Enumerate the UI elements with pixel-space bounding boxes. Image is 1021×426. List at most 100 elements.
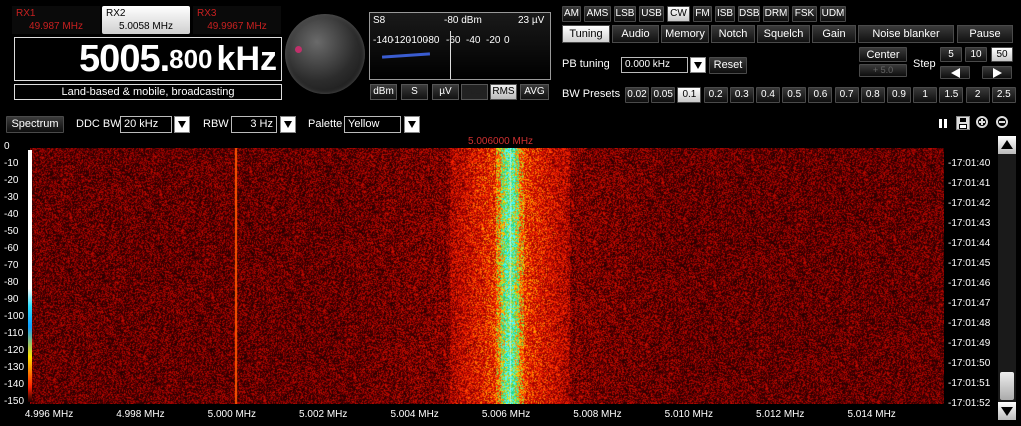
- tab-gain[interactable]: Gain: [812, 25, 856, 43]
- pb-tuning-dropdown-icon[interactable]: [690, 57, 706, 73]
- meter-needle: [450, 31, 451, 79]
- mode-cw-button[interactable]: CW: [667, 6, 690, 22]
- bw-preset-button[interactable]: 2.5: [991, 87, 1016, 103]
- bw-preset-button[interactable]: 0.05: [651, 87, 676, 103]
- db-tick-label: -40: [4, 209, 19, 220]
- zoom-in-icon[interactable]: [976, 116, 988, 128]
- meter-dbm-label: -80 dBm: [444, 15, 482, 26]
- scroll-down-button[interactable]: [998, 402, 1016, 420]
- step-10-button[interactable]: 10: [965, 47, 987, 62]
- frequency-tick-label: 5.008 MHz: [573, 409, 622, 420]
- db-tick-label: -20: [4, 175, 19, 186]
- waterfall-display[interactable]: [30, 148, 944, 404]
- meter-uv-button[interactable]: µV: [432, 84, 459, 100]
- palette-select[interactable]: Yellow: [344, 116, 401, 133]
- bw-preset-button[interactable]: 0.1: [677, 87, 702, 103]
- bw-preset-button[interactable]: 0.8: [860, 87, 885, 103]
- mode-fm-button[interactable]: FM: [693, 6, 712, 22]
- ddc-bw-select[interactable]: 20 kHz: [120, 116, 172, 133]
- center-button[interactable]: Center: [859, 47, 907, 62]
- time-tick-label: -17:01:51: [948, 378, 991, 389]
- bw-preset-button[interactable]: 2: [965, 87, 990, 103]
- frequency-main: 5005.: [79, 37, 170, 80]
- ddc-bw-dropdown-icon[interactable]: [174, 116, 190, 133]
- frequency-display[interactable]: 5005. 800 kHz: [14, 37, 282, 81]
- spectrum-toolbar: Spectrum DDC BW 20 kHz RBW 3 Hz Palette …: [0, 112, 1021, 136]
- rx1-freq: 49.987 MHz: [29, 21, 83, 32]
- db-tick-label: -120: [4, 345, 25, 356]
- bw-preset-button[interactable]: 0.9: [887, 87, 911, 103]
- receiver-control-panel: RX1 49.987 MHz RX2 5.0058 MHz RX3 49.996…: [0, 0, 1021, 108]
- bw-preset-button[interactable]: 0.4: [756, 87, 780, 103]
- bw-preset-button[interactable]: 0.2: [703, 87, 728, 103]
- bw-preset-button[interactable]: 0.3: [729, 87, 754, 103]
- meter-level-bar: [381, 52, 431, 59]
- mode-fsk-button[interactable]: FSK: [792, 6, 817, 22]
- rx1-tab[interactable]: RX1 49.987 MHz: [12, 6, 100, 34]
- tab-pause[interactable]: Pause: [957, 25, 1013, 43]
- rx3-name: RX3: [197, 8, 217, 19]
- meter-rms-button[interactable]: RMS: [490, 84, 517, 100]
- rbw-label: RBW: [203, 118, 229, 130]
- rx2-tab[interactable]: RX2 5.0058 MHz: [102, 6, 190, 34]
- rbw-dropdown-icon[interactable]: [280, 116, 296, 133]
- time-tick-label: -17:01:43: [948, 218, 991, 229]
- meter-peak-button[interactable]: Peak: [461, 84, 488, 100]
- mode-am-button[interactable]: AM: [562, 6, 581, 22]
- mode-drm-button[interactable]: DRM: [763, 6, 789, 22]
- mode-usb-button[interactable]: USB: [639, 6, 664, 22]
- mode-udm-button[interactable]: UDM: [820, 6, 846, 22]
- mode-isb-button[interactable]: ISB: [715, 6, 735, 22]
- ddc-bw-label: DDC BW: [76, 118, 121, 130]
- frequency-tick-label: 5.006 MHz: [481, 409, 531, 420]
- tuning-knob[interactable]: [285, 14, 365, 94]
- tab-memory[interactable]: Memory: [661, 25, 709, 43]
- tab-notch[interactable]: Notch: [711, 25, 755, 43]
- pb-tuning-input[interactable]: 0.000 kHz: [621, 57, 688, 73]
- step-50-button[interactable]: 50: [991, 47, 1013, 62]
- tab-noise-blanker[interactable]: Noise blanker: [858, 25, 954, 43]
- mode-lsb-button[interactable]: LSB: [614, 6, 636, 22]
- rbw-select[interactable]: 3 Hz: [231, 116, 277, 133]
- mode-ams-button[interactable]: AMS: [584, 6, 611, 22]
- step-right-button[interactable]: [982, 66, 1012, 79]
- step-5-button[interactable]: 5: [940, 47, 962, 62]
- db-tick-label: -10: [4, 158, 19, 169]
- palette-dropdown-icon[interactable]: [404, 116, 420, 133]
- db-tick-label: -140: [4, 379, 25, 390]
- meter-avg-button[interactable]: AVG: [520, 84, 549, 100]
- tab-tuning[interactable]: Tuning: [562, 25, 610, 43]
- reset-button[interactable]: Reset: [709, 57, 747, 74]
- bw-preset-button[interactable]: 0.02: [625, 87, 649, 103]
- db-tick-label: -130: [4, 362, 25, 373]
- mode-dsb-button[interactable]: DSB: [738, 6, 760, 22]
- bw-preset-button[interactable]: 0.7: [834, 87, 859, 103]
- bw-preset-button[interactable]: 0.5: [782, 87, 807, 103]
- meter-uv-label: 23 µV: [518, 15, 545, 26]
- zoom-out-icon[interactable]: [996, 116, 1008, 128]
- spectrum-button[interactable]: Spectrum: [6, 116, 64, 133]
- tab-squelch[interactable]: Squelch: [757, 25, 810, 43]
- meter-dbm-button[interactable]: dBm: [370, 84, 397, 100]
- center-step-button[interactable]: + 5.0: [859, 64, 907, 77]
- time-tick-label: -17:01:44: [948, 238, 991, 249]
- tab-audio[interactable]: Audio: [612, 25, 659, 43]
- scroll-up-button[interactable]: [998, 136, 1016, 154]
- bw-preset-button[interactable]: 1.5: [939, 87, 964, 103]
- time-tick-label: -17:01:49: [948, 338, 991, 349]
- time-tick-label: -17:01:50: [948, 358, 991, 369]
- save-icon[interactable]: [956, 116, 970, 130]
- step-left-button[interactable]: [940, 66, 970, 79]
- time-tick-label: -17:01:41: [948, 178, 991, 189]
- meter-s-button[interactable]: S: [401, 84, 428, 100]
- db-tick-label: 0: [4, 141, 10, 152]
- pause-icon[interactable]: [938, 119, 948, 128]
- bw-preset-button[interactable]: 1: [913, 87, 938, 103]
- rx1-name: RX1: [16, 8, 36, 19]
- bw-preset-button[interactable]: 0.6: [808, 87, 833, 103]
- time-tick-label: -17:01:42: [948, 198, 991, 209]
- rx3-tab[interactable]: RX3 49.9967 MHz: [193, 6, 281, 34]
- db-tick-label: -90: [4, 294, 19, 305]
- scroll-thumb[interactable]: [1000, 372, 1014, 400]
- palette-label: Palette: [308, 118, 343, 130]
